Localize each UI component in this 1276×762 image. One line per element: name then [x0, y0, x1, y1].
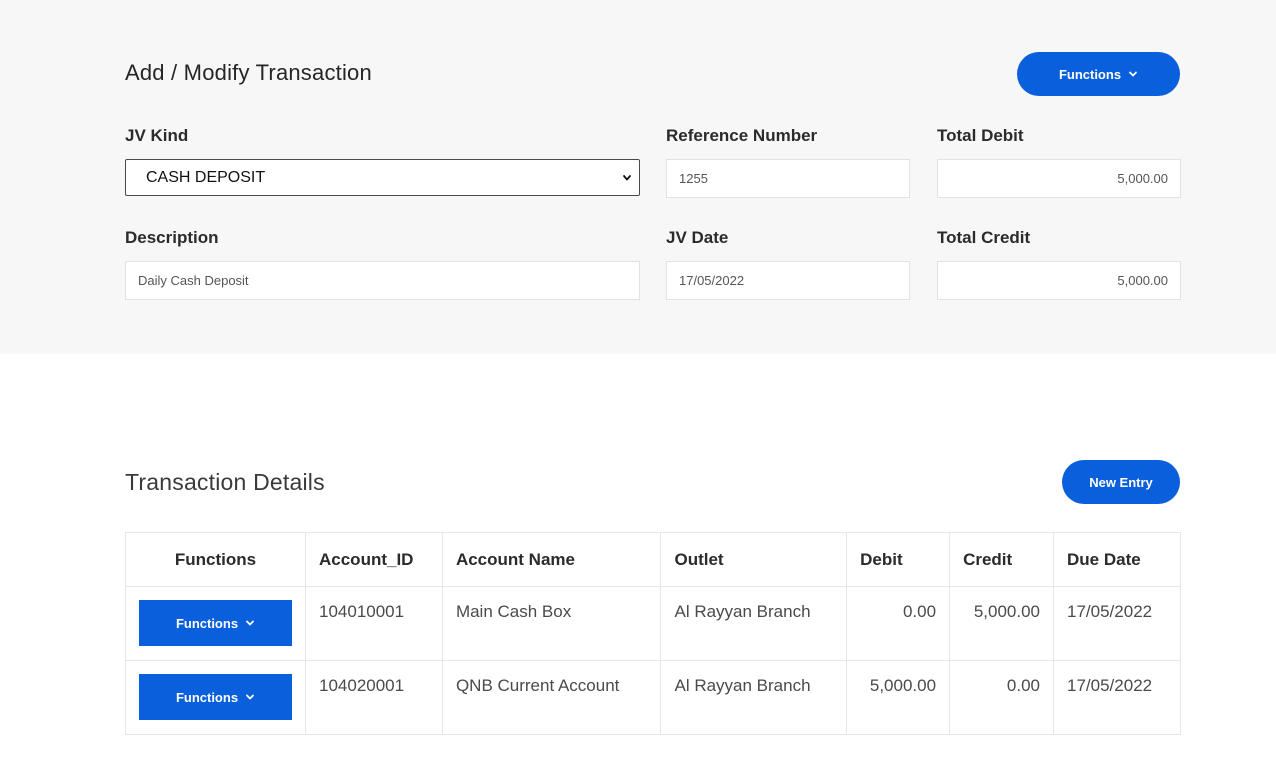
column-header-functions: Functions: [125, 532, 306, 587]
jv-kind-select[interactable]: CASH DEPOSIT: [125, 159, 640, 196]
due-date-cell: 17/05/2022: [1053, 660, 1181, 735]
total-credit-input[interactable]: 5,000.00: [937, 261, 1181, 300]
credit-cell: 0.00: [949, 660, 1055, 735]
jv-date-label: JV Date: [666, 228, 729, 247]
column-header-account-name: Account Name: [441, 532, 662, 587]
column-header-credit: Credit: [949, 532, 1055, 587]
table-row: Functions 104020001 QNB Current Account …: [125, 660, 1181, 735]
transaction-form-panel: Add / Modify Transaction Functions JV Ki…: [0, 0, 1276, 354]
chevron-down-icon: [623, 175, 631, 181]
outlet-cell: Al Rayyan Branch: [660, 660, 848, 735]
jv-kind-label: JV Kind: [125, 126, 189, 145]
total-debit-input[interactable]: 5,000.00: [937, 159, 1181, 198]
jv-kind-selected-value: CASH DEPOSIT: [146, 168, 266, 186]
chevron-down-icon: [246, 694, 254, 700]
column-header-debit: Debit: [846, 532, 951, 587]
chevron-down-icon: [1129, 71, 1137, 77]
reference-number-input[interactable]: 1255: [666, 159, 910, 198]
total-debit-label: Total Debit: [937, 126, 1024, 145]
credit-cell: 5,000.00: [949, 586, 1055, 661]
column-header-outlet: Outlet: [660, 532, 848, 587]
transaction-details-title: Transaction Details: [125, 469, 325, 495]
reference-number-label: Reference Number: [666, 126, 818, 145]
row-functions-label: Functions: [175, 615, 239, 631]
chevron-down-icon: [246, 620, 254, 626]
row-functions-button[interactable]: Functions: [139, 674, 292, 720]
account-id-cell: 104010001: [305, 586, 443, 661]
column-header-due-date: Due Date: [1053, 532, 1181, 587]
row-functions-cell: Functions: [125, 586, 306, 661]
page-title: Add / Modify Transaction: [125, 60, 372, 85]
jv-date-input[interactable]: 17/05/2022: [666, 261, 910, 300]
table-row: Functions 104010001 Main Cash Box Al Ray…: [125, 586, 1181, 661]
outlet-cell: Al Rayyan Branch: [660, 586, 848, 661]
table-header-row: Functions Account_ID Account Name Outlet…: [125, 532, 1181, 587]
row-functions-button[interactable]: Functions: [139, 600, 292, 646]
description-input[interactable]: Daily Cash Deposit: [125, 261, 640, 300]
functions-button-label: Functions: [1058, 66, 1122, 82]
description-label: Description: [125, 228, 219, 247]
column-header-account-id: Account_ID: [305, 532, 443, 587]
due-date-cell: 17/05/2022: [1053, 586, 1181, 661]
functions-dropdown-button[interactable]: Functions: [1017, 52, 1180, 96]
debit-cell: 5,000.00: [846, 660, 951, 735]
row-functions-cell: Functions: [125, 660, 306, 735]
account-id-cell: 104020001: [305, 660, 443, 735]
account-name-cell: Main Cash Box: [441, 586, 662, 661]
total-credit-label: Total Credit: [937, 228, 1031, 247]
new-entry-button[interactable]: New Entry: [1062, 460, 1180, 504]
transaction-details-table: Functions Account_ID Account Name Outlet…: [125, 532, 1181, 735]
account-name-cell: QNB Current Account: [441, 660, 662, 735]
row-functions-label: Functions: [175, 689, 239, 705]
debit-cell: 0.00: [846, 586, 951, 661]
